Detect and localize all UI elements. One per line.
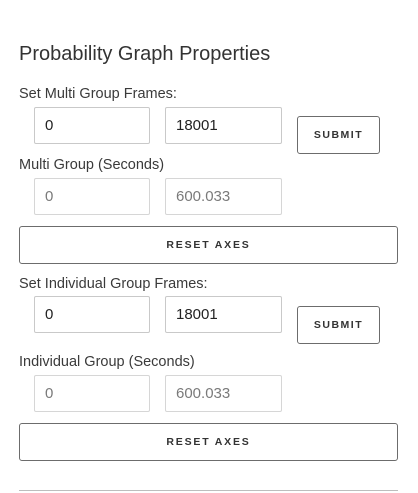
multi-group-frame-end-input[interactable] xyxy=(165,107,282,144)
multi-group-frame-start-input[interactable] xyxy=(34,107,150,144)
individual-group-frame-end-input[interactable] xyxy=(165,296,282,333)
individual-group-seconds-label: Individual Group (Seconds) xyxy=(19,354,195,370)
individual-group-seconds-end-field xyxy=(165,375,282,412)
multi-group-reset-axes-button[interactable]: RESET AXES xyxy=(19,226,398,264)
individual-group-reset-axes-button[interactable]: RESET AXES xyxy=(19,423,398,461)
panel-title: Probability Graph Properties xyxy=(19,43,271,65)
multi-group-seconds-end-field xyxy=(165,178,282,215)
multi-group-frames-label: Set Multi Group Frames: xyxy=(19,86,177,102)
individual-group-frame-start-input[interactable] xyxy=(34,296,150,333)
individual-group-frames-label: Set Individual Group Frames: xyxy=(19,276,208,292)
section-divider xyxy=(19,490,398,491)
multi-group-seconds-start-field xyxy=(34,178,150,215)
multi-group-submit-button[interactable]: SUBMIT xyxy=(297,116,380,154)
individual-group-seconds-start-field xyxy=(34,375,150,412)
multi-group-seconds-label: Multi Group (Seconds) xyxy=(19,157,165,173)
individual-group-submit-button[interactable]: SUBMIT xyxy=(297,306,380,344)
